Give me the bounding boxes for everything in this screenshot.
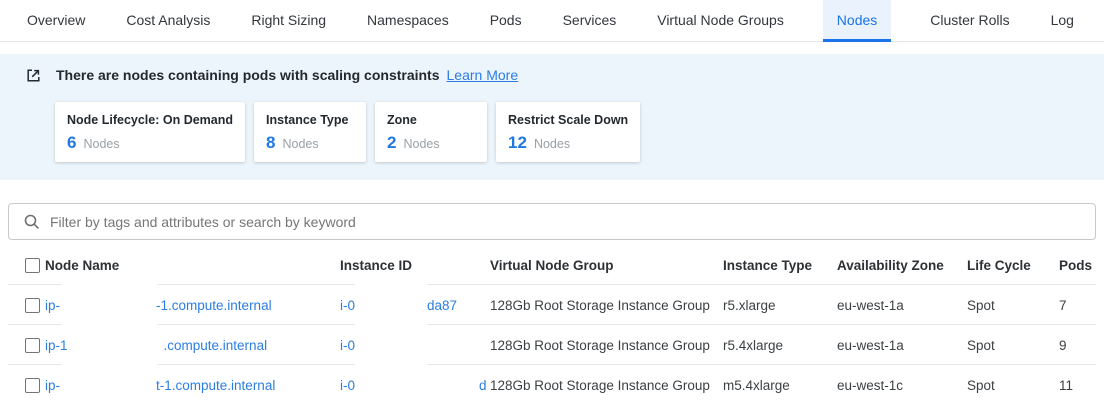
summary-card-node-lifecycle: Node Lifecycle: On Demand 6 Nodes: [55, 102, 245, 162]
table-row: ip-1.compute.internal i-0 128Gb Root Sto…: [8, 325, 1096, 365]
column-header-node-name: Node Name: [45, 245, 340, 285]
table-row: ip--1.compute.internal i-0da87 128Gb Roo…: [8, 285, 1096, 325]
card-unit: Nodes: [403, 137, 439, 151]
card-count: 2: [387, 133, 396, 153]
redaction-box: [60, 380, 156, 390]
filter-search-bar: [8, 203, 1096, 240]
card-title: Node Lifecycle: On Demand: [67, 113, 233, 127]
table-header-row: Node Name Instance ID Virtual Node Group…: [8, 245, 1096, 285]
life-cycle-cell: Spot: [967, 325, 1059, 365]
redaction-box: [355, 340, 427, 350]
virtual-node-group-cell: 128Gb Root Storage Instance Group: [490, 365, 723, 404]
availability-zone-cell: eu-west-1c: [837, 365, 967, 404]
card-title: Zone: [387, 113, 475, 127]
tab-services[interactable]: Services: [561, 0, 619, 42]
column-header-virtual-node-group: Virtual Node Group: [490, 245, 723, 285]
redaction-box: [68, 340, 164, 350]
instance-type-cell: r5.4xlarge: [723, 325, 837, 365]
node-name-link[interactable]: ip-t-1.compute.internal: [45, 378, 275, 393]
redaction-box: [60, 300, 156, 310]
scale-down-arrow-icon: [25, 67, 42, 84]
card-unit: Nodes: [282, 137, 318, 151]
row-checkbox[interactable]: [25, 338, 40, 353]
constraint-summary-cards: Node Lifecycle: On Demand 6 Nodes Instan…: [55, 102, 1104, 162]
life-cycle-cell: Spot: [967, 285, 1059, 325]
column-header-pods: Pods: [1059, 245, 1096, 285]
summary-card-restrict-scale-down: Restrict Scale Down 12 Nodes: [496, 102, 640, 162]
pods-cell: 9: [1059, 325, 1096, 365]
availability-zone-cell: eu-west-1a: [837, 285, 967, 325]
column-header-instance-type: Instance Type: [723, 245, 837, 285]
node-name-link[interactable]: ip-1.compute.internal: [45, 338, 267, 353]
card-unit: Nodes: [534, 137, 570, 151]
instance-type-cell: r5.xlarge: [723, 285, 837, 325]
availability-zone-cell: eu-west-1a: [837, 325, 967, 365]
card-count: 6: [67, 133, 76, 153]
tab-log[interactable]: Log: [1049, 0, 1076, 42]
pods-cell: 11: [1059, 365, 1096, 404]
tab-pods[interactable]: Pods: [488, 0, 524, 42]
node-name-link[interactable]: ip--1.compute.internal: [45, 298, 272, 313]
table-row: ip-t-1.compute.internal i-0d 128Gb Root …: [8, 365, 1096, 404]
tab-cluster-rolls[interactable]: Cluster Rolls: [928, 0, 1011, 42]
redaction-box: [355, 300, 427, 310]
instance-id-link[interactable]: i-0da87: [340, 298, 457, 313]
card-unit: Nodes: [83, 137, 119, 151]
tab-overview[interactable]: Overview: [25, 0, 87, 42]
life-cycle-cell: Spot: [967, 365, 1059, 404]
tab-cost-analysis[interactable]: Cost Analysis: [124, 0, 212, 42]
instance-type-cell: m5.4xlarge: [723, 365, 837, 404]
virtual-node-group-cell: 128Gb Root Storage Instance Group: [490, 285, 723, 325]
banner-message: There are nodes containing pods with sca…: [56, 67, 440, 83]
row-checkbox[interactable]: [25, 378, 40, 393]
tab-namespaces[interactable]: Namespaces: [365, 0, 451, 42]
search-input[interactable]: [50, 214, 1095, 230]
instance-id-link[interactable]: i-0: [340, 338, 427, 353]
tab-bar: Overview Cost Analysis Right Sizing Name…: [0, 0, 1104, 42]
summary-card-zone: Zone 2 Nodes: [375, 102, 487, 162]
tab-right-sizing[interactable]: Right Sizing: [249, 0, 328, 42]
card-title: Restrict Scale Down: [508, 113, 628, 127]
instance-id-link[interactable]: i-0d: [340, 378, 487, 393]
column-header-life-cycle: Life Cycle: [967, 245, 1059, 285]
nodes-table: Node Name Instance ID Virtual Node Group…: [8, 245, 1096, 404]
card-count: 12: [508, 133, 527, 153]
tab-virtual-node-groups[interactable]: Virtual Node Groups: [655, 0, 786, 42]
virtual-node-group-cell: 128Gb Root Storage Instance Group: [490, 325, 723, 365]
tab-nodes[interactable]: Nodes: [823, 0, 891, 42]
row-checkbox[interactable]: [25, 298, 40, 313]
pods-cell: 7: [1059, 285, 1096, 325]
scaling-constraints-banner: There are nodes containing pods with sca…: [0, 54, 1104, 180]
select-all-checkbox[interactable]: [25, 258, 40, 273]
summary-card-instance-type: Instance Type 8 Nodes: [254, 102, 366, 162]
search-icon: [23, 213, 41, 231]
card-count: 8: [266, 133, 275, 153]
learn-more-link[interactable]: Learn More: [447, 67, 519, 83]
card-title: Instance Type: [266, 113, 354, 127]
redaction-box: [355, 380, 479, 390]
column-header-instance-id: Instance ID: [340, 245, 490, 285]
column-header-availability-zone: Availability Zone: [837, 245, 967, 285]
